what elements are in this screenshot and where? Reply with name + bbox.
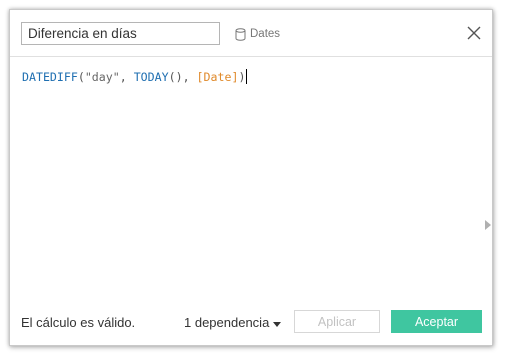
function-token: TODAY (133, 70, 169, 84)
formula-editor[interactable]: DATEDIFF("day", TODAY(), [Date]) (10, 57, 492, 305)
paren-token: () (168, 70, 183, 84)
apply-button[interactable]: Aplicar (294, 310, 380, 333)
expand-panel-button[interactable] (484, 219, 492, 231)
dependencies-dropdown[interactable]: 1 dependencia (184, 315, 282, 330)
text-caret (246, 69, 248, 84)
paren-token: ( (77, 70, 85, 84)
dependencies-label[interactable]: 1 dependencia (184, 315, 269, 330)
close-button[interactable] (465, 24, 483, 42)
formula-text[interactable]: DATEDIFF("day", TODAY(), [Date]) (22, 69, 248, 85)
paren-token: ) (238, 70, 246, 84)
calculation-dialog: Dates DATEDIFF("day", TODAY(), [Date]) E… (9, 9, 493, 346)
validation-status: El cálculo es válido. (21, 315, 136, 330)
triangle-right-icon[interactable] (484, 219, 492, 231)
function-token: DATEDIFF (22, 70, 78, 84)
field-token: [Date] (196, 70, 239, 84)
string-token: "day" (84, 70, 120, 84)
datasource-indicator: Dates (235, 26, 280, 42)
database-icon (235, 27, 246, 41)
separator-token: , (182, 70, 197, 84)
separator-token: , (119, 70, 134, 84)
calculation-name-input[interactable] (21, 22, 220, 45)
accept-button[interactable]: Aceptar (391, 310, 482, 333)
caret-down-icon[interactable] (273, 315, 282, 330)
close-icon[interactable] (465, 24, 483, 42)
datasource-label: Dates (250, 28, 281, 40)
